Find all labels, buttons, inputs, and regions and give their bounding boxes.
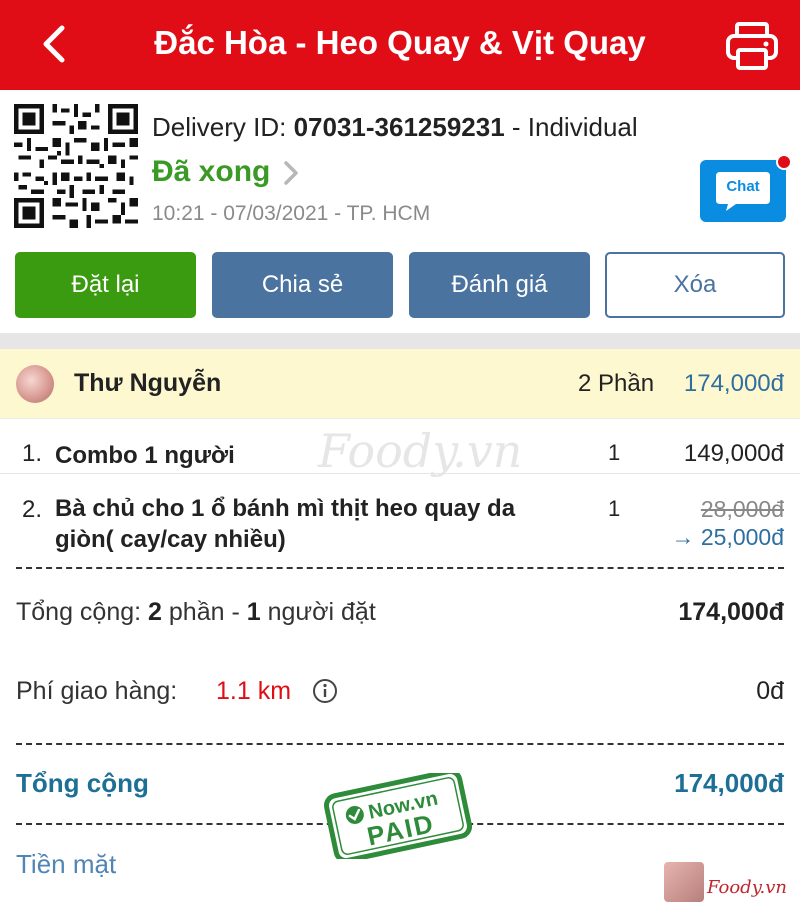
- foody-thumbnail: [664, 862, 704, 902]
- subtotal-prefix: Tổng cộng:: [16, 598, 149, 626]
- section-divider: [0, 333, 800, 349]
- avatar: [16, 365, 54, 403]
- delivery-distance: 1.1 km: [216, 677, 292, 705]
- delivery-type: - Individual: [504, 112, 638, 142]
- item-quantity: 1: [608, 496, 621, 521]
- item-original-price: 28,000đ: [700, 496, 784, 522]
- share-button[interactable]: Chia sẻ: [212, 252, 393, 318]
- notification-dot: [776, 154, 792, 170]
- printer-icon[interactable]: [724, 20, 780, 72]
- subtotal-value: 174,000đ: [678, 598, 784, 626]
- delivery-id-value: 07031-361259231: [293, 112, 505, 142]
- delivery-fee-label: Phí giao hàng:: [16, 677, 178, 705]
- order-timestamp: 10:21 - 07/03/2021 - TP. HCM: [152, 202, 431, 225]
- customer-total: 174,000đ: [683, 370, 784, 397]
- total-value: 174,000đ: [674, 768, 784, 798]
- customer-name: Thư Nguyễn: [74, 369, 222, 397]
- page-title: Đắc Hòa - Heo Quay & Vịt Quay: [154, 24, 646, 61]
- list-item: 2. Bà chủ cho 1 ổ bánh mì thịt heo quay …: [0, 492, 800, 562]
- subtotal-people-count: 1: [246, 598, 261, 626]
- dashed-divider: [16, 567, 784, 569]
- delete-button[interactable]: Xóa: [605, 252, 785, 318]
- customer-row: Thư Nguyễn 2 Phần 174,000đ: [0, 349, 800, 419]
- qr-code-icon: [14, 104, 138, 228]
- back-arrow-icon[interactable]: [34, 22, 78, 66]
- item-price: 149,000đ: [683, 440, 784, 467]
- subtotal-people-text: người đặt: [260, 598, 376, 626]
- delivery-fee-value: 0đ: [756, 677, 784, 705]
- payment-method: Tiền mặt: [16, 849, 117, 879]
- customer-portions: 2 Phần: [578, 370, 655, 397]
- paid-stamp-icon: Now.vn PAID: [323, 773, 473, 859]
- total-label: Tổng cộng: [16, 768, 149, 798]
- reorder-button[interactable]: Đặt lại: [15, 252, 196, 318]
- item-name: Bà chủ cho 1 ổ bánh mì thịt heo quay da …: [55, 495, 516, 553]
- subtotal-portions-text: phần -: [161, 598, 247, 626]
- delivery-id-label: Delivery ID:: [152, 112, 294, 142]
- chat-button[interactable]: Chat: [700, 154, 792, 222]
- info-icon[interactable]: [312, 678, 338, 704]
- list-item: 1. Combo 1 người 1 149,000đ: [0, 436, 800, 474]
- item-quantity: 1: [608, 440, 621, 465]
- subtotal-label: Tổng cộng: 2 phần - 1 người đặt: [16, 598, 376, 627]
- chat-label: Chat: [726, 178, 760, 195]
- item-index: 2.: [22, 496, 43, 523]
- delivery-id-line: Delivery ID: 07031-361259231 - Individua…: [152, 112, 638, 143]
- rate-button[interactable]: Đánh giá: [409, 252, 590, 318]
- item-discounted-price: → 25,000đ: [671, 524, 784, 550]
- dashed-divider: [16, 743, 784, 745]
- item-name: Combo 1 người: [55, 442, 235, 469]
- order-status[interactable]: Đã xong: [152, 155, 270, 189]
- app-header: Đắc Hòa - Heo Quay & Vịt Quay: [0, 0, 800, 90]
- foody-logo: Foody.vn: [707, 877, 787, 898]
- chevron-right-icon[interactable]: [280, 158, 302, 188]
- item-index: 1.: [22, 440, 43, 467]
- subtotal-portions-count: 2: [148, 598, 162, 626]
